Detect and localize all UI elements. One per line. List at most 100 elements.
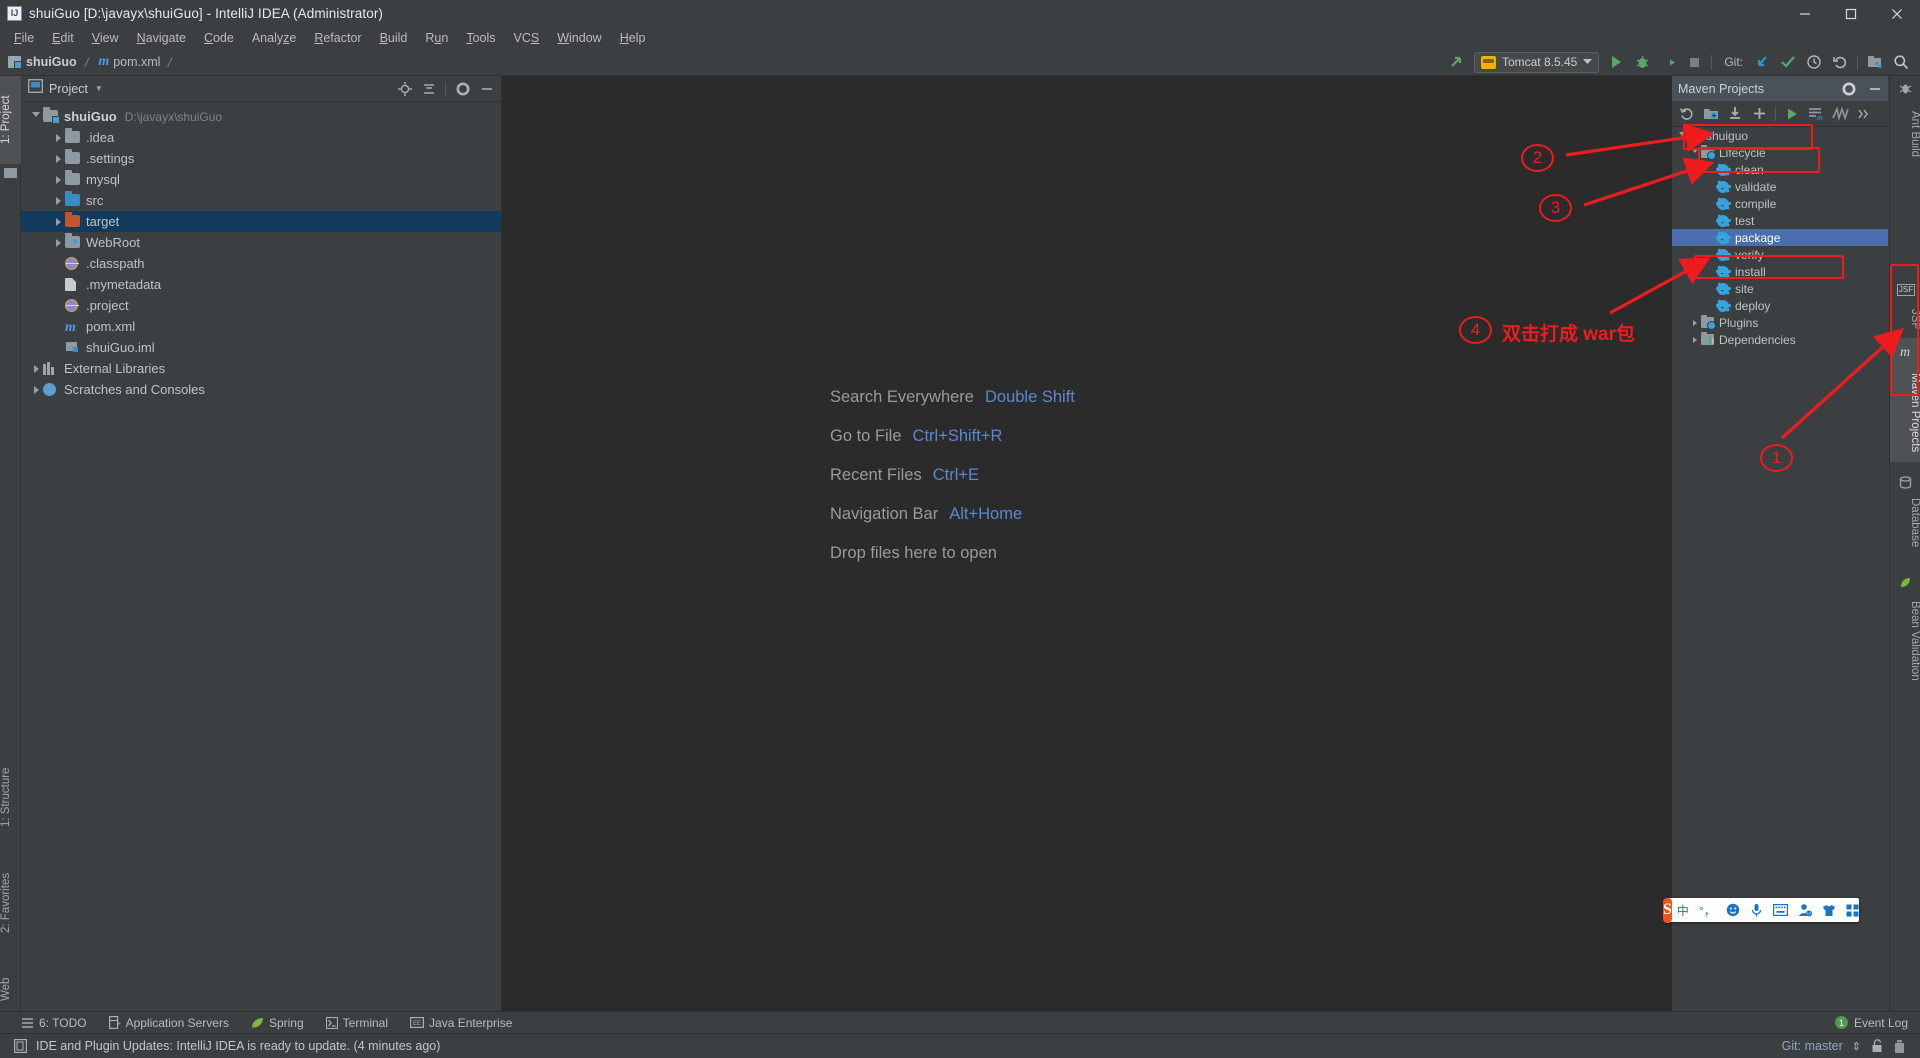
twisty-icon[interactable] xyxy=(1675,132,1688,139)
right-tab-database[interactable]: Database xyxy=(1890,492,1920,554)
twisty-icon[interactable] xyxy=(51,196,65,205)
settings-gear-icon[interactable] xyxy=(455,81,470,96)
tree-row[interactable]: External Libraries xyxy=(21,358,501,379)
event-log-area[interactable]: 1 Event Log xyxy=(1834,1016,1920,1030)
twisty-icon[interactable] xyxy=(29,364,43,373)
right-tab-bean-validation[interactable]: Bean Validation xyxy=(1890,592,1920,690)
user-icon[interactable]: 17 xyxy=(1798,903,1812,917)
apps-icon[interactable] xyxy=(1846,904,1859,917)
breadcrumb-pomxml[interactable]: m pom.xml xyxy=(90,51,166,73)
bottom-tab-todo[interactable]: 6: TODO xyxy=(22,1016,87,1030)
maven-tree-row[interactable]: verify xyxy=(1672,246,1888,263)
tree-row[interactable]: .settings xyxy=(21,148,501,169)
menu-refactor[interactable]: Refactor xyxy=(305,28,370,48)
tree-row[interactable]: shuiGuo D:\javayx\shuiGuo xyxy=(21,106,501,127)
run-configuration-selector[interactable]: Tomcat 8.5.45 xyxy=(1473,51,1600,73)
menu-window[interactable]: Window xyxy=(548,28,610,48)
sogou-logo-icon[interactable]: S xyxy=(1663,897,1672,923)
sidebar-tab-favorites[interactable]: 2: Favorites xyxy=(0,852,21,954)
menu-vcs[interactable]: VCS xyxy=(505,28,549,48)
maven-tree-row[interactable]: compile xyxy=(1672,195,1888,212)
sidebar-tab-web[interactable]: Web xyxy=(0,964,21,1014)
git-commit-icon[interactable] xyxy=(1775,51,1801,73)
maven-tree-row[interactable]: validate xyxy=(1672,178,1888,195)
run-with-coverage-button[interactable] xyxy=(1655,51,1681,73)
breadcrumb-shuiguo[interactable]: shuiGuo xyxy=(0,51,83,73)
download-sources-icon[interactable] xyxy=(1724,103,1746,125)
tree-row[interactable]: .idea xyxy=(21,127,501,148)
update-project-icon[interactable] xyxy=(1444,51,1470,73)
mic-icon[interactable] xyxy=(1750,903,1763,917)
maven-tree-row[interactable]: site xyxy=(1672,280,1888,297)
menu-analyze[interactable]: Analyze xyxy=(243,28,305,48)
maven-tree-row[interactable]: test xyxy=(1672,212,1888,229)
right-tab-ant-build[interactable]: Ant Build xyxy=(1890,98,1920,170)
twisty-icon[interactable] xyxy=(51,133,65,142)
menu-navigate[interactable]: Navigate xyxy=(128,28,195,48)
git-branch-label[interactable]: Git: master xyxy=(1782,1039,1843,1053)
lock-icon[interactable] xyxy=(1870,1039,1884,1053)
notification-icon[interactable] xyxy=(14,1039,27,1053)
ime-toolbar[interactable]: S 中 °， 17 xyxy=(1663,897,1859,923)
maven-tree-row[interactable]: shuiguo xyxy=(1672,127,1888,144)
twisty-icon[interactable] xyxy=(51,217,65,226)
toggle-offline-icon[interactable] xyxy=(1829,103,1851,125)
maven-tree-row[interactable]: install xyxy=(1672,263,1888,280)
tree-row[interactable]: Scratches and Consoles xyxy=(21,379,501,400)
emoji-icon[interactable] xyxy=(1726,903,1740,917)
minimize-button[interactable] xyxy=(1782,0,1828,27)
maven-tree-row[interactable]: package xyxy=(1672,229,1888,246)
execute-goal-icon[interactable]: m xyxy=(1805,103,1827,125)
tree-row[interactable]: .project xyxy=(21,295,501,316)
menu-code[interactable]: Code xyxy=(195,28,243,48)
debug-button[interactable] xyxy=(1629,51,1655,73)
ime-chinese-toggle[interactable]: 中 xyxy=(1677,902,1689,919)
maven-tree-row[interactable]: Dependencies xyxy=(1672,331,1888,348)
tree-row[interactable]: target xyxy=(21,211,501,232)
twisty-icon[interactable] xyxy=(1688,319,1701,326)
bottom-tab-terminal[interactable]: Terminal xyxy=(325,1016,388,1030)
bottom-tab-spring[interactable]: Spring xyxy=(251,1016,304,1030)
hide-panel-icon[interactable] xyxy=(1867,81,1882,96)
trash-icon[interactable] xyxy=(1893,1039,1906,1054)
right-tab-jsf[interactable]: JSF xyxy=(1890,301,1920,337)
git-update-icon[interactable] xyxy=(1749,51,1775,73)
tree-row[interactable]: m pom.xml xyxy=(21,316,501,337)
tree-row[interactable]: WebRoot xyxy=(21,232,501,253)
collapse-all-icon[interactable] xyxy=(421,81,436,96)
twisty-icon[interactable] xyxy=(1688,149,1701,156)
maven-tree-row[interactable]: clean xyxy=(1672,161,1888,178)
locate-icon[interactable] xyxy=(397,81,412,96)
maven-tree-row[interactable]: deploy xyxy=(1672,297,1888,314)
editor-empty-area[interactable]: Search Everywhere Double Shift Go to Fil… xyxy=(502,76,1672,1011)
twisty-icon[interactable] xyxy=(29,385,43,394)
tree-row[interactable]: mysql xyxy=(21,169,501,190)
sidebar-tab-structure[interactable]: 1: Structure xyxy=(0,748,21,846)
menu-edit[interactable]: Edit xyxy=(43,28,83,48)
git-revert-icon[interactable] xyxy=(1827,51,1853,73)
twisty-icon[interactable] xyxy=(51,154,65,163)
menu-view[interactable]: View xyxy=(83,28,128,48)
reimport-icon[interactable] xyxy=(1676,103,1698,125)
chevron-down-icon[interactable]: ▼ xyxy=(95,84,103,93)
menu-run[interactable]: Run xyxy=(416,28,457,48)
maximize-button[interactable] xyxy=(1828,0,1874,27)
run-button[interactable] xyxy=(1603,51,1629,73)
hide-panel-icon[interactable] xyxy=(479,81,494,96)
git-history-icon[interactable] xyxy=(1801,51,1827,73)
right-tab-maven-projects[interactable]: Maven Projects xyxy=(1890,364,1920,462)
expand-more-icon[interactable] xyxy=(1853,103,1875,125)
twisty-icon[interactable] xyxy=(51,238,65,247)
menu-build[interactable]: Build xyxy=(371,28,417,48)
project-structure-icon[interactable] xyxy=(1862,51,1888,73)
skin-icon[interactable] xyxy=(1822,904,1836,917)
bottom-tab-java-enterprise[interactable]: EE Java Enterprise xyxy=(410,1016,512,1030)
ime-punctuation-toggle[interactable]: °， xyxy=(1699,902,1716,919)
maven-tree-row[interactable]: Plugins xyxy=(1672,314,1888,331)
menu-file[interactable]: File xyxy=(5,28,43,48)
branch-chevron-icon[interactable]: ⇕ xyxy=(1852,1040,1861,1053)
maven-tree-row[interactable]: Lifecycle xyxy=(1672,144,1888,161)
bottom-tab-application-servers[interactable]: Application Servers xyxy=(108,1016,229,1030)
run-maven-build-icon[interactable] xyxy=(1781,103,1803,125)
add-maven-project-icon[interactable] xyxy=(1748,103,1770,125)
